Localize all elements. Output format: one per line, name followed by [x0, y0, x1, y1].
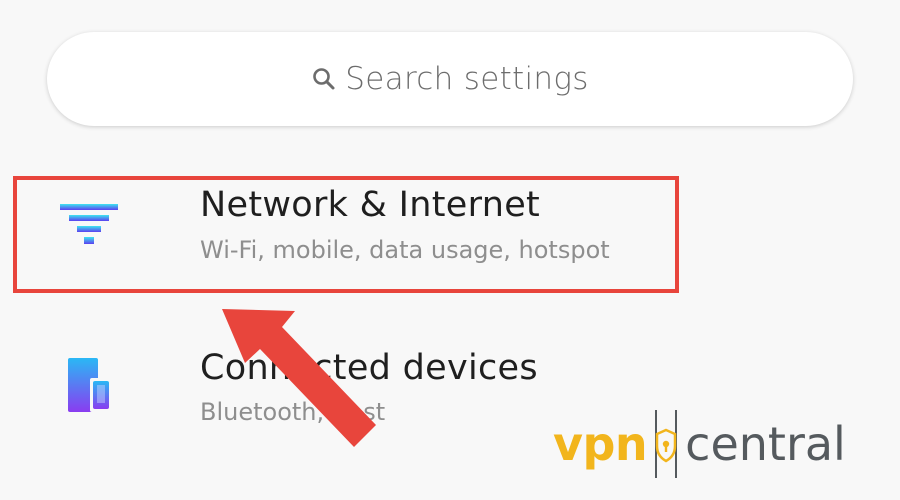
search-placeholder: Search settings [345, 61, 589, 97]
item-title: Network & Internet [200, 185, 541, 225]
item-subtitle: Wi-Fi, mobile, data usage, hotspot [200, 236, 610, 264]
search-bar[interactable]: Search settings [47, 32, 853, 126]
item-subtitle: Bluetooth, Cast [200, 398, 386, 426]
settings-item-network-internet[interactable]: Network & Internet Wi-Fi, mobile, data u… [0, 176, 900, 290]
item-title: Connected devices [200, 348, 538, 388]
settings-item-connected-devices[interactable]: Connected devices Bluetooth, Cast [0, 338, 900, 448]
network-icon [58, 202, 122, 250]
connected-devices-icon [58, 356, 118, 416]
search-icon [311, 66, 337, 92]
